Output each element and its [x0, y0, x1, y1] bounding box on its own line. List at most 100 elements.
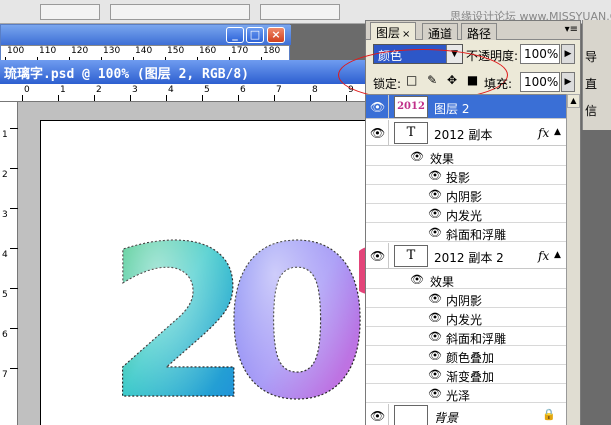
layer-row[interactable]: 👁 2012 图层 2	[366, 95, 566, 119]
horizontal-ruler[interactable]: 0123456789	[0, 84, 372, 102]
visibility-eye-icon[interactable]: 👁	[370, 249, 385, 263]
lock-icon: 🔒	[542, 408, 556, 421]
lock-label: 锁定:	[373, 77, 402, 91]
layer-name[interactable]: 背景	[434, 409, 458, 425]
divider	[388, 95, 389, 118]
toolbar-segment[interactable]	[40, 4, 100, 20]
collapsed-panels-strip: 导 直 信	[582, 20, 611, 130]
layer-name[interactable]: 2012 副本 2	[434, 249, 504, 266]
toolbar-segment[interactable]	[260, 4, 340, 20]
horizontal-ruler-tick-label: 5	[204, 85, 210, 95]
visibility-eye-icon[interactable]: 👁	[428, 188, 442, 201]
secondary-window-titlebar[interactable]: _ □ ×	[1, 25, 291, 45]
effects-header-row[interactable]: 👁 效果	[366, 270, 566, 289]
vertical-ruler-tick-mark	[10, 328, 18, 329]
fill-slider-arrow-icon[interactable]: ▶	[561, 72, 575, 92]
tab-channels[interactable]: 通道	[422, 23, 459, 41]
document-title: 琉璃字.psd @ 100% (图层 2, RGB/8)	[4, 67, 250, 82]
visibility-eye-icon[interactable]: 👁	[428, 292, 442, 305]
layer-name[interactable]: 2012 副本	[434, 126, 492, 143]
effect-name: 内发光	[446, 209, 483, 223]
panel-menu-icon[interactable]: ▾≡	[565, 24, 578, 35]
fx-icon[interactable]: fx	[538, 249, 549, 263]
horizontal-ruler-tick-label: 8	[312, 85, 318, 95]
pasteboard: 2 0 2 0	[18, 102, 373, 425]
vertical-ruler[interactable]: 1 2 3 4 5 6 7	[0, 102, 18, 425]
horizontal-ruler-tick-mark	[166, 95, 167, 101]
vertical-ruler-tick-mark	[10, 168, 18, 169]
svg-text:0: 0	[224, 201, 370, 425]
vertical-ruler-tick-mark	[10, 128, 18, 129]
secondary-ruler-tick-label: 110	[39, 46, 57, 56]
toolbar-segment[interactable]	[110, 4, 250, 20]
effect-row[interactable]: 👁 光泽	[366, 384, 566, 403]
visibility-eye-icon[interactable]: 👁	[370, 126, 385, 140]
effect-row[interactable]: 👁 渐变叠加	[366, 365, 566, 384]
tab-paths[interactable]: 路径	[461, 23, 498, 41]
vertical-ruler-tick-label: 1	[2, 130, 8, 140]
layer-row[interactable]: 👁 T 2012 副本 2 fx ▲	[366, 243, 566, 269]
close-button[interactable]: ×	[267, 27, 285, 43]
layer-name[interactable]: 图层 2	[434, 100, 469, 117]
visibility-eye-icon[interactable]: 👁	[370, 409, 385, 423]
visibility-eye-icon[interactable]: 👁	[410, 150, 424, 163]
minimize-button[interactable]: _	[226, 27, 244, 43]
layers-scrollbar[interactable]: ▲	[566, 94, 580, 425]
vertical-ruler-tick-label: 6	[2, 330, 8, 340]
effect-row[interactable]: 👁 内发光	[366, 204, 566, 223]
divider	[388, 243, 389, 268]
effect-name: 投影	[446, 171, 471, 185]
tab-layers[interactable]: 图层 ×	[370, 22, 417, 40]
visibility-eye-icon[interactable]: 👁	[428, 330, 442, 343]
tab-paths-label: 路径	[467, 27, 492, 41]
effect-row[interactable]: 👁 颜色叠加	[366, 346, 566, 365]
tab-layers-label: 图层	[376, 26, 401, 40]
panel-button[interactable]: 直	[585, 75, 611, 95]
visibility-eye-icon[interactable]: 👁	[410, 273, 424, 286]
effect-name: 斜面和浮雕	[446, 332, 507, 346]
secondary-ruler-tick-label: 100	[7, 46, 25, 56]
opacity-slider-arrow-icon[interactable]: ▶	[561, 44, 575, 64]
visibility-eye-icon[interactable]: 👁	[428, 368, 442, 381]
effects-label: 效果	[430, 275, 455, 289]
visibility-eye-icon[interactable]: 👁	[428, 387, 442, 400]
maximize-button[interactable]: □	[246, 27, 264, 43]
secondary-ruler-tick-label: 140	[135, 46, 153, 56]
visibility-eye-icon[interactable]: 👁	[428, 349, 442, 362]
effect-row[interactable]: 👁 斜面和浮雕	[366, 223, 566, 242]
effect-name: 内发光	[446, 313, 483, 327]
panel-button[interactable]: 信	[585, 102, 611, 122]
visibility-eye-icon[interactable]: 👁	[428, 311, 442, 324]
effect-row[interactable]: 👁 内发光	[366, 308, 566, 327]
collapse-arrow-icon[interactable]: ▲	[554, 250, 561, 260]
tab-close-icon[interactable]: ×	[402, 29, 410, 40]
horizontal-ruler-tick-mark	[346, 95, 347, 101]
collapse-arrow-icon[interactable]: ▲	[554, 127, 561, 137]
effect-name: 内阴影	[446, 190, 483, 204]
divider	[388, 120, 389, 145]
layer-row[interactable]: 👁 T 2012 副本 fx ▲	[366, 120, 566, 146]
layer-row[interactable]: 👁 背景 🔒	[366, 404, 566, 425]
effect-row[interactable]: 👁 内阴影	[366, 185, 566, 204]
visibility-eye-icon[interactable]: 👁	[428, 169, 442, 182]
blend-opacity-row: 颜色 ▼ 不透明度: 100% ▶	[338, 41, 580, 101]
document-titlebar[interactable]: 琉璃字.psd @ 100% (图层 2, RGB/8)	[0, 60, 372, 84]
fill-input[interactable]: 100%	[520, 72, 560, 92]
lock-options-icons[interactable]: □ ✎ ✥ ■	[406, 73, 481, 87]
panel-button[interactable]: 导	[585, 48, 611, 68]
effect-row[interactable]: 👁 投影	[366, 166, 566, 185]
effect-row[interactable]: 👁 斜面和浮雕	[366, 327, 566, 346]
visibility-eye-icon[interactable]: 👁	[428, 226, 442, 239]
horizontal-ruler-tick-label: 1	[60, 85, 66, 95]
horizontal-ruler-tick-label: 0	[24, 85, 30, 95]
scroll-up-icon[interactable]: ▲	[567, 94, 580, 108]
effect-row[interactable]: 👁 内阴影	[366, 289, 566, 308]
effects-header-row[interactable]: 👁 效果	[366, 147, 566, 166]
fx-icon[interactable]: fx	[538, 126, 549, 140]
document-canvas[interactable]: 2 0 2 0	[40, 120, 373, 425]
visibility-eye-icon[interactable]: 👁	[428, 207, 442, 220]
visibility-eye-icon[interactable]: 👁	[370, 100, 385, 114]
secondary-ruler-tick-label: 160	[199, 46, 217, 56]
opacity-input[interactable]: 100%	[520, 44, 560, 64]
vertical-ruler-tick-label: 4	[2, 250, 8, 260]
